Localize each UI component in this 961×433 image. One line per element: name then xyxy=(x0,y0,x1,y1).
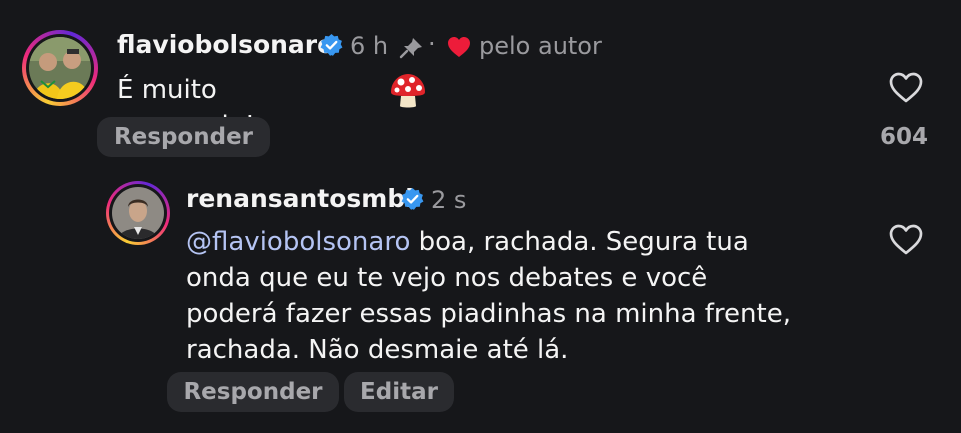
reply-avatar-photo-image xyxy=(112,187,164,239)
reply-mention-link[interactable]: @flaviobolsonaro xyxy=(186,227,410,257)
reply-avatar[interactable] xyxy=(112,187,164,239)
meta-separator: · xyxy=(428,30,436,58)
mushroom-emoji xyxy=(388,72,428,114)
reply-text-line-1: @flaviobolsonaro boa, rachada. Segura tu… xyxy=(186,224,791,260)
reply-text: @flaviobolsonaro boa, rachada. Segura tu… xyxy=(186,224,791,368)
reply-button[interactable]: Responder xyxy=(97,117,270,157)
pin-icon xyxy=(398,36,424,64)
edit-button[interactable]: Editar xyxy=(344,372,454,412)
verified-badge-icon xyxy=(400,187,425,216)
reply-text-line-2: onda que eu te vejo nos debates e você xyxy=(186,263,708,293)
comment-time: 6 h xyxy=(350,32,389,60)
like-count: 604 xyxy=(880,124,929,150)
liked-by-author: pelo autor xyxy=(479,32,602,60)
avatar[interactable] xyxy=(29,37,91,99)
verified-badge-icon xyxy=(319,33,344,62)
reply-text-line-3: poderá fazer essas piadinhas na minha fr… xyxy=(186,299,791,329)
reply-text-line-1-content: boa, rachada. Segura tua xyxy=(410,227,749,257)
reply-reply-button[interactable]: Responder xyxy=(167,372,339,412)
reply-time: 2 s xyxy=(431,186,467,214)
avatar-photo-image xyxy=(29,37,91,99)
reply-username[interactable]: renansantosmbl xyxy=(186,184,414,213)
reply-text-line-4: rachada. Não desmaie até lá. xyxy=(186,335,569,365)
reply-like-button-heart-icon[interactable] xyxy=(888,223,924,260)
comment-username[interactable]: flaviobolsonaro xyxy=(117,30,334,59)
like-button-heart-icon[interactable] xyxy=(888,71,924,108)
heart-filled-icon xyxy=(447,36,471,62)
